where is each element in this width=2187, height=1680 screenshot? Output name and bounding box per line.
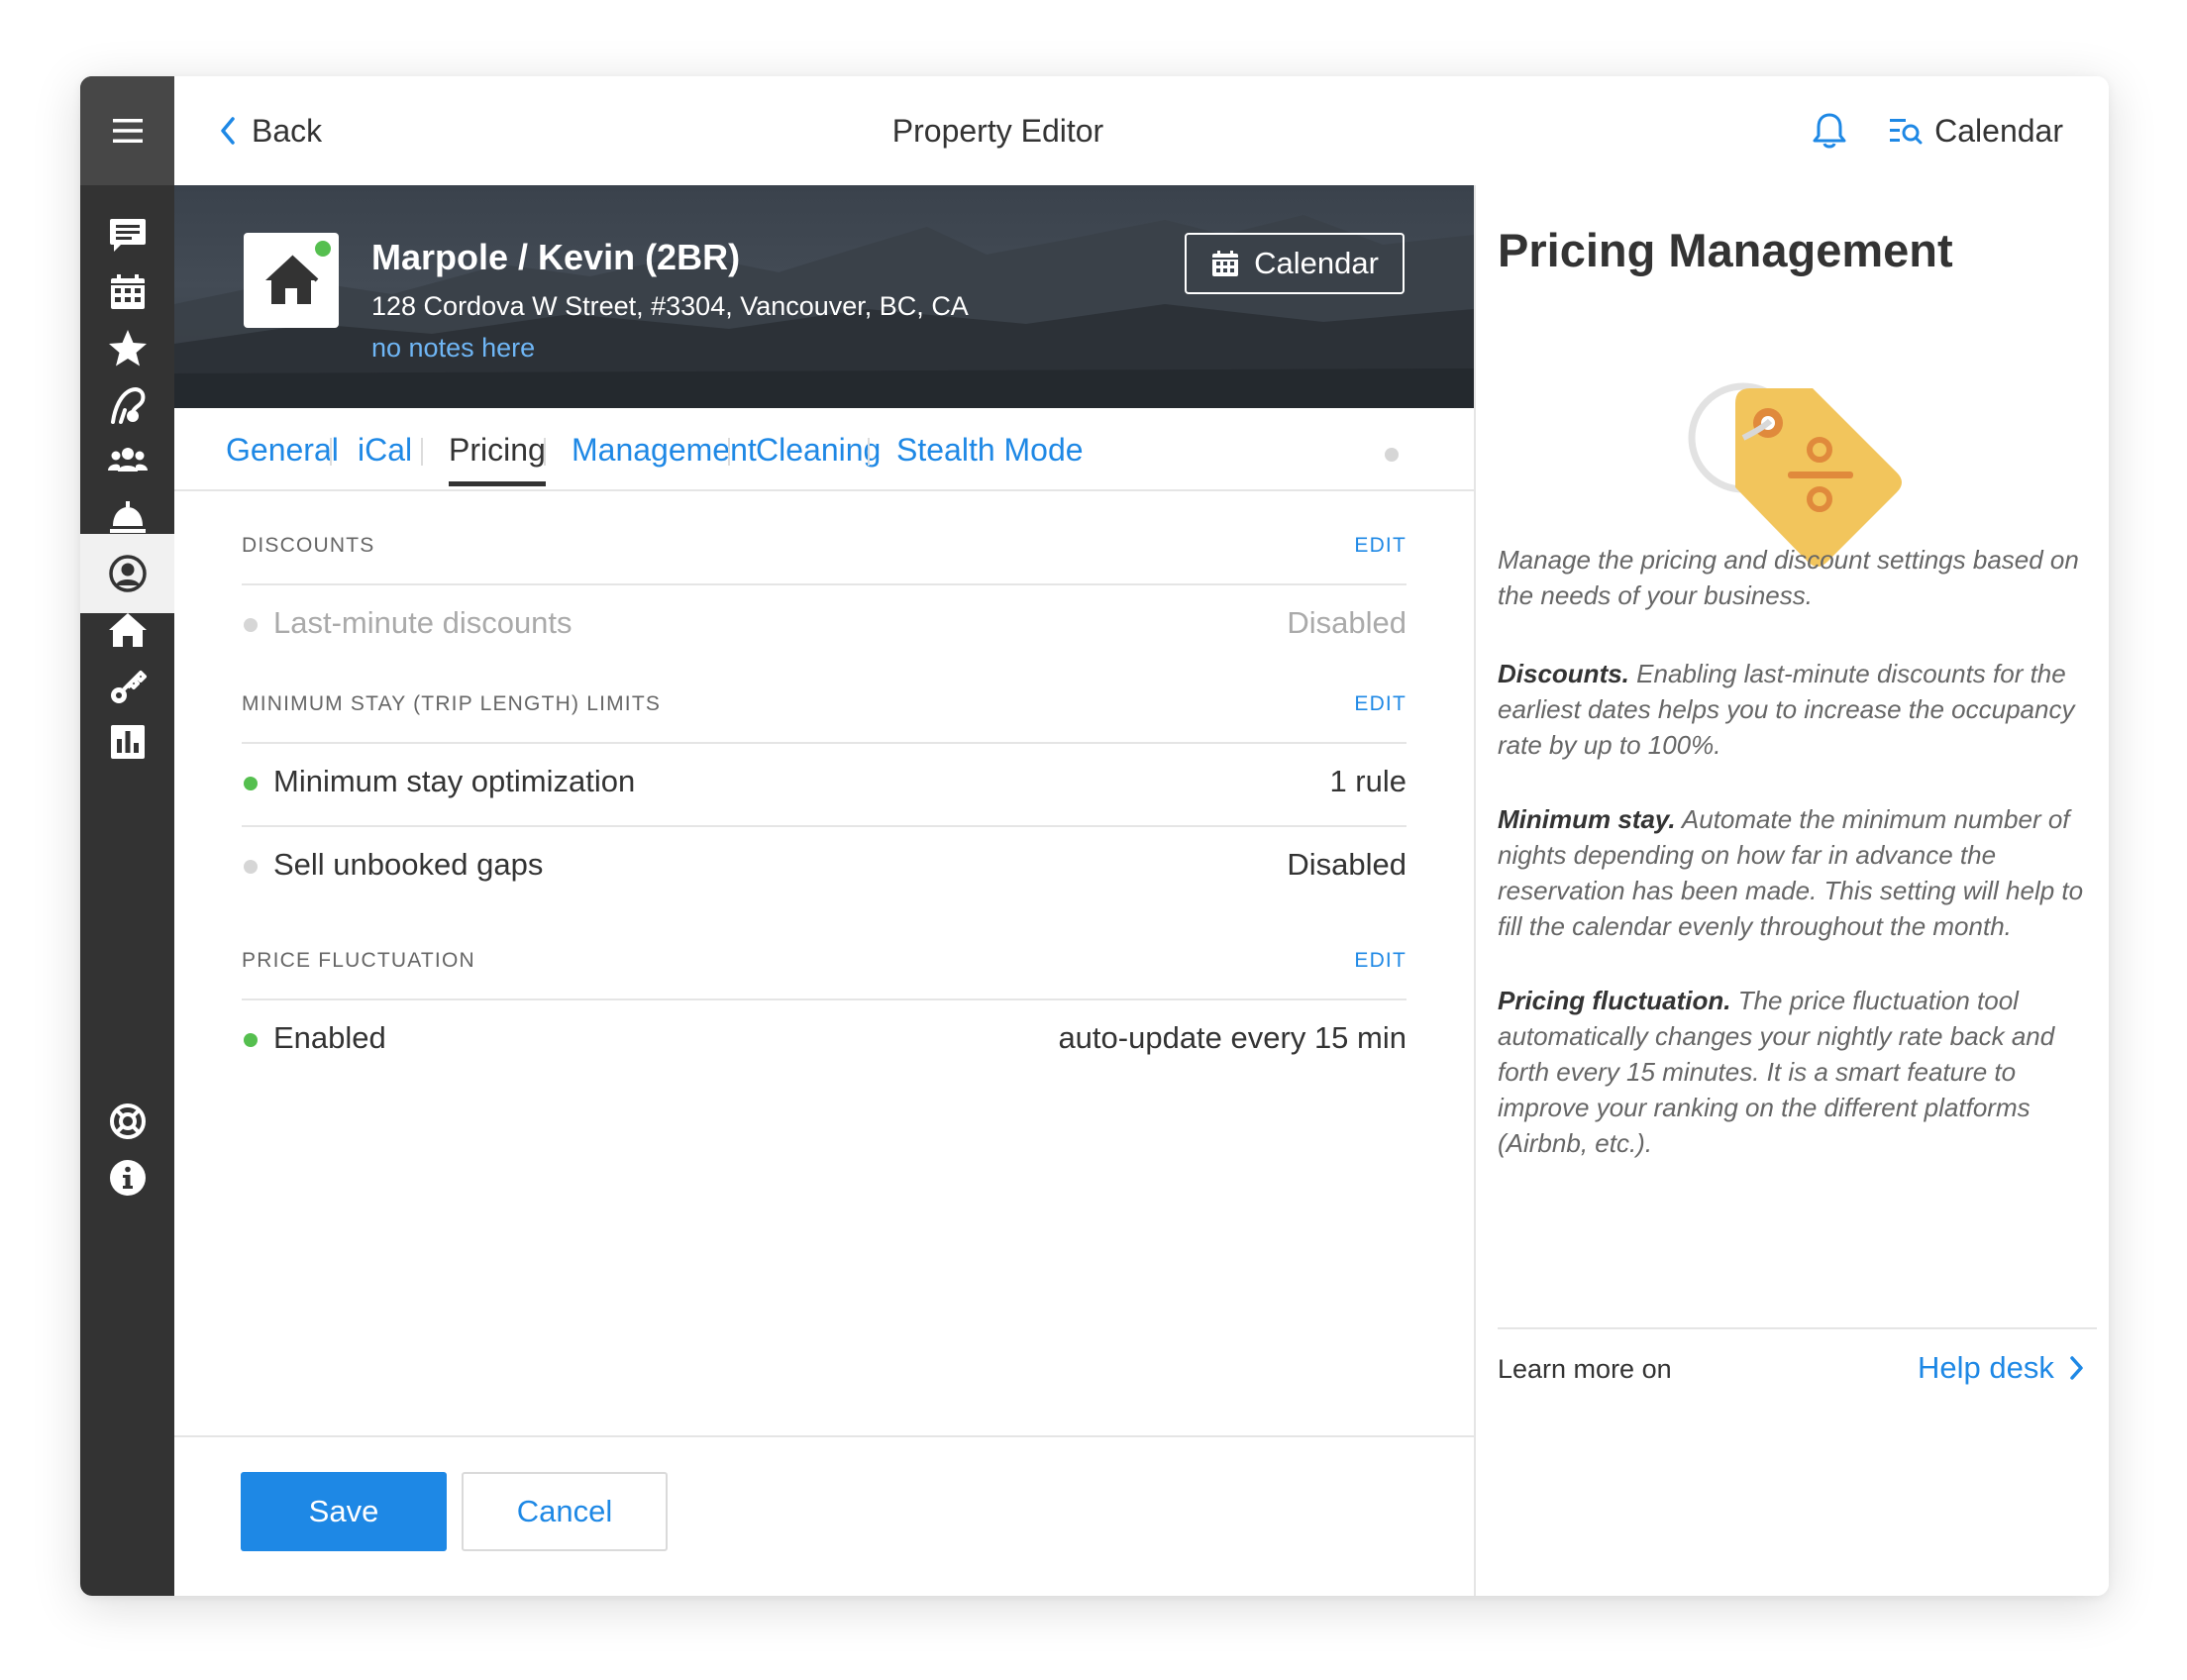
section-title: PRICE FLUCTUATION (242, 949, 475, 972)
discounts-edit-link[interactable]: EDIT (1354, 534, 1406, 558)
chart-icon (110, 725, 145, 759)
property-editor: Marpole / Kevin (2BR) 128 Cordova W Stre… (174, 185, 1476, 1596)
setting-label: Last-minute discounts (273, 605, 573, 640)
setting-label: Minimum stay optimization (273, 764, 636, 798)
status-dot (244, 1033, 258, 1047)
setting-value: Disabled (1287, 605, 1406, 640)
learn-more-text: Learn more on (1498, 1354, 1672, 1384)
panel-divider (1498, 1327, 2097, 1329)
chat-icon (109, 219, 146, 252)
section-title: DISCOUNTS (242, 534, 375, 557)
section-title: MINIMUM STAY (TRIP LENGTH) LIMITS (242, 692, 662, 715)
panel-discounts-heading: Discounts. (1498, 659, 1629, 688)
tab-stealth-mode[interactable]: Stealth Mode (896, 430, 1084, 470)
tab-bar: General iCal Pricing Management Cleaning… (174, 408, 1474, 491)
page-title: Property Editor (891, 113, 1104, 149)
tab-divider (868, 438, 870, 466)
info-icon (109, 1160, 146, 1196)
tab-ical[interactable]: iCal (358, 430, 412, 470)
section-header: PRICE FLUCTUATION EDIT (242, 937, 1406, 1000)
status-dot (315, 241, 331, 257)
bell-icon[interactable] (1810, 111, 1849, 151)
property-notes[interactable]: no notes here (371, 333, 535, 364)
panel-fluctuation: Pricing fluctuation. The price fluctuati… (1498, 983, 2097, 1161)
save-button[interactable]: Save (241, 1472, 447, 1551)
discounts-section: DISCOUNTS EDIT Last-minute discounts Dis… (242, 522, 1406, 667)
price-fluctuation-section: PRICE FLUCTUATION EDIT Enabled auto-upda… (242, 937, 1406, 1082)
top-calendar-link[interactable]: Calendar (1889, 106, 2063, 156)
help-desk-label: Help desk (1918, 1350, 2054, 1385)
panel-min-stay-heading: Minimum stay. (1498, 804, 1676, 834)
app-window: Back Property Editor Calendar Marpole / … (80, 76, 2109, 1596)
panel-fluct-heading: Pricing fluctuation. (1498, 986, 1731, 1015)
chevron-right-icon (2070, 1356, 2083, 1380)
setting-value: 1 rule (1329, 764, 1406, 798)
section-header: DISCOUNTS EDIT (242, 522, 1406, 585)
setting-label: Enabled (273, 1020, 386, 1055)
topbar: Back Property Editor Calendar (174, 76, 2109, 187)
tab-pricing[interactable]: Pricing (449, 430, 546, 486)
help-desk-link[interactable]: Help desk (1918, 1350, 2084, 1386)
min-stay-section: MINIMUM STAY (TRIP LENGTH) LIMITS EDIT M… (242, 681, 1406, 908)
setting-row: Last-minute discounts Disabled (242, 585, 1406, 667)
section-header: MINIMUM STAY (TRIP LENGTH) LIMITS EDIT (242, 681, 1406, 744)
setting-row: Enabled auto-update every 15 min (242, 1000, 1406, 1082)
editor-footer: Save Cancel (174, 1435, 1474, 1596)
lifebuoy-icon (109, 1103, 146, 1139)
tab-divider (421, 438, 423, 466)
property-calendar-button[interactable]: Calendar (1185, 233, 1405, 294)
panel-title: Pricing Management (1498, 224, 1953, 276)
property-name: Marpole / Kevin (2BR) (371, 237, 741, 277)
property-avatar (244, 233, 339, 328)
tab-cleaning[interactable]: Cleaning (756, 430, 881, 470)
price-fluctuation-edit-link[interactable]: EDIT (1354, 949, 1406, 973)
property-calendar-label: Calendar (1254, 246, 1379, 280)
tab-divider (728, 438, 730, 466)
property-header: Marpole / Kevin (2BR) 128 Cordova W Stre… (174, 185, 1474, 408)
panel-intro: Manage the pricing and discount settings… (1498, 545, 2079, 610)
stealth-status-dot (1385, 448, 1399, 462)
calendar-search-icon (1890, 119, 1923, 145)
sidebar-item-info[interactable] (80, 1138, 174, 1217)
star-icon (108, 330, 147, 367)
key-icon (110, 671, 147, 703)
brush-icon (110, 387, 145, 424)
user-circle-icon (108, 555, 147, 592)
panel-discounts: Discounts. Enabling last-minute discount… (1498, 656, 2097, 763)
home-icon (265, 255, 319, 304)
tab-divider (330, 438, 332, 466)
top-calendar-label: Calendar (1934, 112, 2063, 149)
calendar-icon (1212, 251, 1239, 276)
status-dot (244, 618, 258, 632)
tab-divider (544, 438, 546, 466)
status-dot (244, 860, 258, 874)
calendar-icon (110, 274, 145, 309)
sidebar (80, 76, 174, 1596)
service-bell-icon (109, 501, 146, 533)
setting-row: Sell unbooked gaps Disabled (242, 827, 1406, 908)
cancel-button[interactable]: Cancel (462, 1472, 668, 1551)
status-dot (244, 777, 258, 790)
pricing-help-panel: Pricing Management Manage the pricing an… (1476, 185, 2109, 1596)
property-address: 128 Cordova W Street, #3304, Vancouver, … (371, 291, 969, 321)
sidebar-item-reports[interactable] (80, 702, 174, 782)
panel-min-stay: Minimum stay. Automate the minimum numbe… (1498, 801, 2097, 944)
setting-row: Minimum stay optimization 1 rule (242, 744, 1406, 827)
home-icon (108, 613, 147, 647)
setting-value: auto-update every 15 min (1058, 1020, 1406, 1055)
min-stay-edit-link[interactable]: EDIT (1354, 692, 1406, 716)
people-icon (107, 448, 148, 472)
setting-label: Sell unbooked gaps (273, 847, 544, 882)
tab-general[interactable]: General (226, 430, 339, 470)
setting-value: Disabled (1287, 847, 1406, 882)
